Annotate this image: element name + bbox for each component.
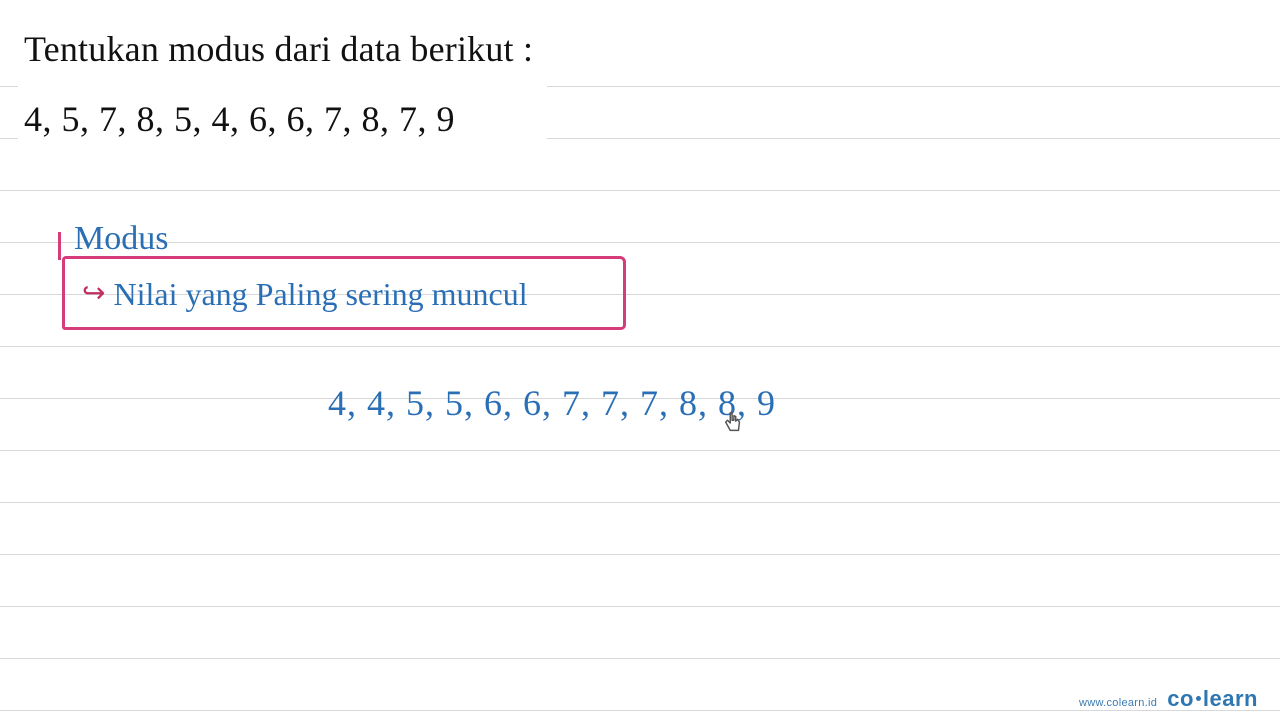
question-title: Tentukan modus dari data berikut :	[24, 28, 533, 70]
question-block: Tentukan modus dari data berikut : 4, 5,…	[18, 18, 547, 152]
brand-right: learn	[1203, 686, 1258, 711]
arrow-icon: ↪	[82, 276, 105, 310]
question-data-series: 4, 5, 7, 8, 5, 4, 6, 6, 7, 8, 7, 9	[24, 98, 533, 140]
concept-label: Modus	[74, 220, 168, 258]
definition-text: Nilai yang Paling sering muncul	[113, 276, 527, 313]
sorted-data-series: 4, 4, 5, 5, 6, 6, 7, 7, 7, 8, 8, 9	[328, 382, 776, 424]
footer-brand: colearn	[1167, 686, 1258, 712]
brand-left: co	[1167, 686, 1194, 711]
definition-row: ↪ Nilai yang Paling sering muncul	[82, 276, 528, 313]
box-connector-tick	[58, 232, 61, 260]
cursor-hand-icon	[722, 410, 744, 436]
footer: www.colearn.id colearn	[1079, 686, 1258, 712]
brand-dot-icon	[1196, 696, 1201, 701]
footer-url: www.colearn.id	[1079, 697, 1157, 709]
